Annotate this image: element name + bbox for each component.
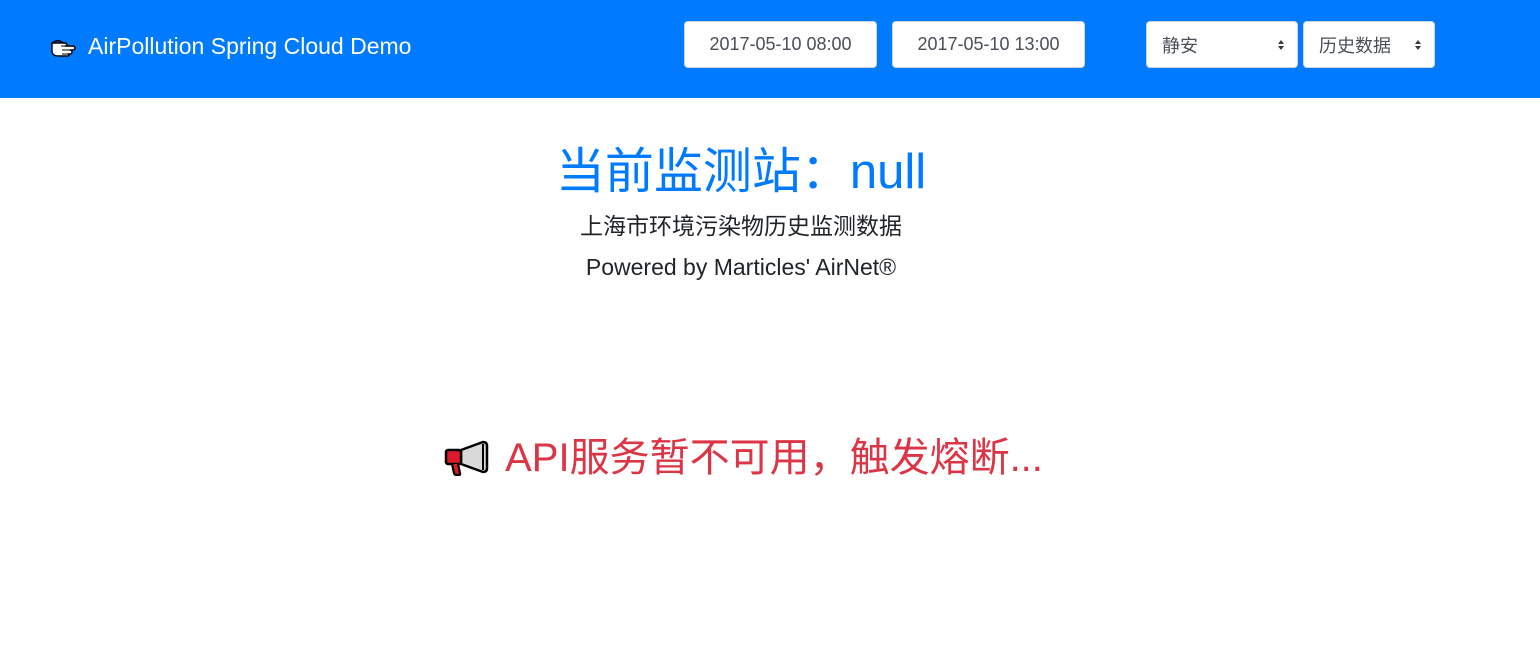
select-caret-icon [1278,39,1284,50]
top-navbar: AirPollution Spring Cloud Demo 2017-05-1… [0,0,1540,98]
station-select[interactable]: 静安 [1146,21,1298,68]
end-time-input[interactable]: 2017-05-10 13:00 [892,21,1085,68]
pointing-hand-icon [51,40,76,57]
station-select-value: 静安 [1162,35,1198,56]
page-subtitle: 上海市环境污染物历史监测数据 [580,213,902,239]
start-time-input[interactable]: 2017-05-10 08:00 [684,21,877,68]
page-title: 当前监测站：null [555,145,927,199]
alert-message: API服务暂不可用，触发熔断... [505,436,1043,480]
main-content: 当前监测站：null 上海市环境污染物历史监测数据 Powered by Mar… [0,98,1540,666]
start-time-value: 2017-05-10 08:00 [709,34,852,54]
select-caret-icon [1415,39,1421,50]
data-mode-select-value: 历史数据 [1319,35,1391,56]
brand-link[interactable]: AirPollution Spring Cloud Demo [50,30,411,62]
data-mode-select[interactable]: 历史数据 [1303,21,1435,68]
megaphone-icon [444,440,489,476]
brand-text: AirPollution Spring Cloud Demo [88,32,412,59]
service-unavailable-alert: API服务暂不可用，触发熔断... [0,430,1486,486]
powered-by-text: Powered by Marticles' AirNet® [585,254,897,280]
end-time-value: 2017-05-10 13:00 [917,34,1060,54]
